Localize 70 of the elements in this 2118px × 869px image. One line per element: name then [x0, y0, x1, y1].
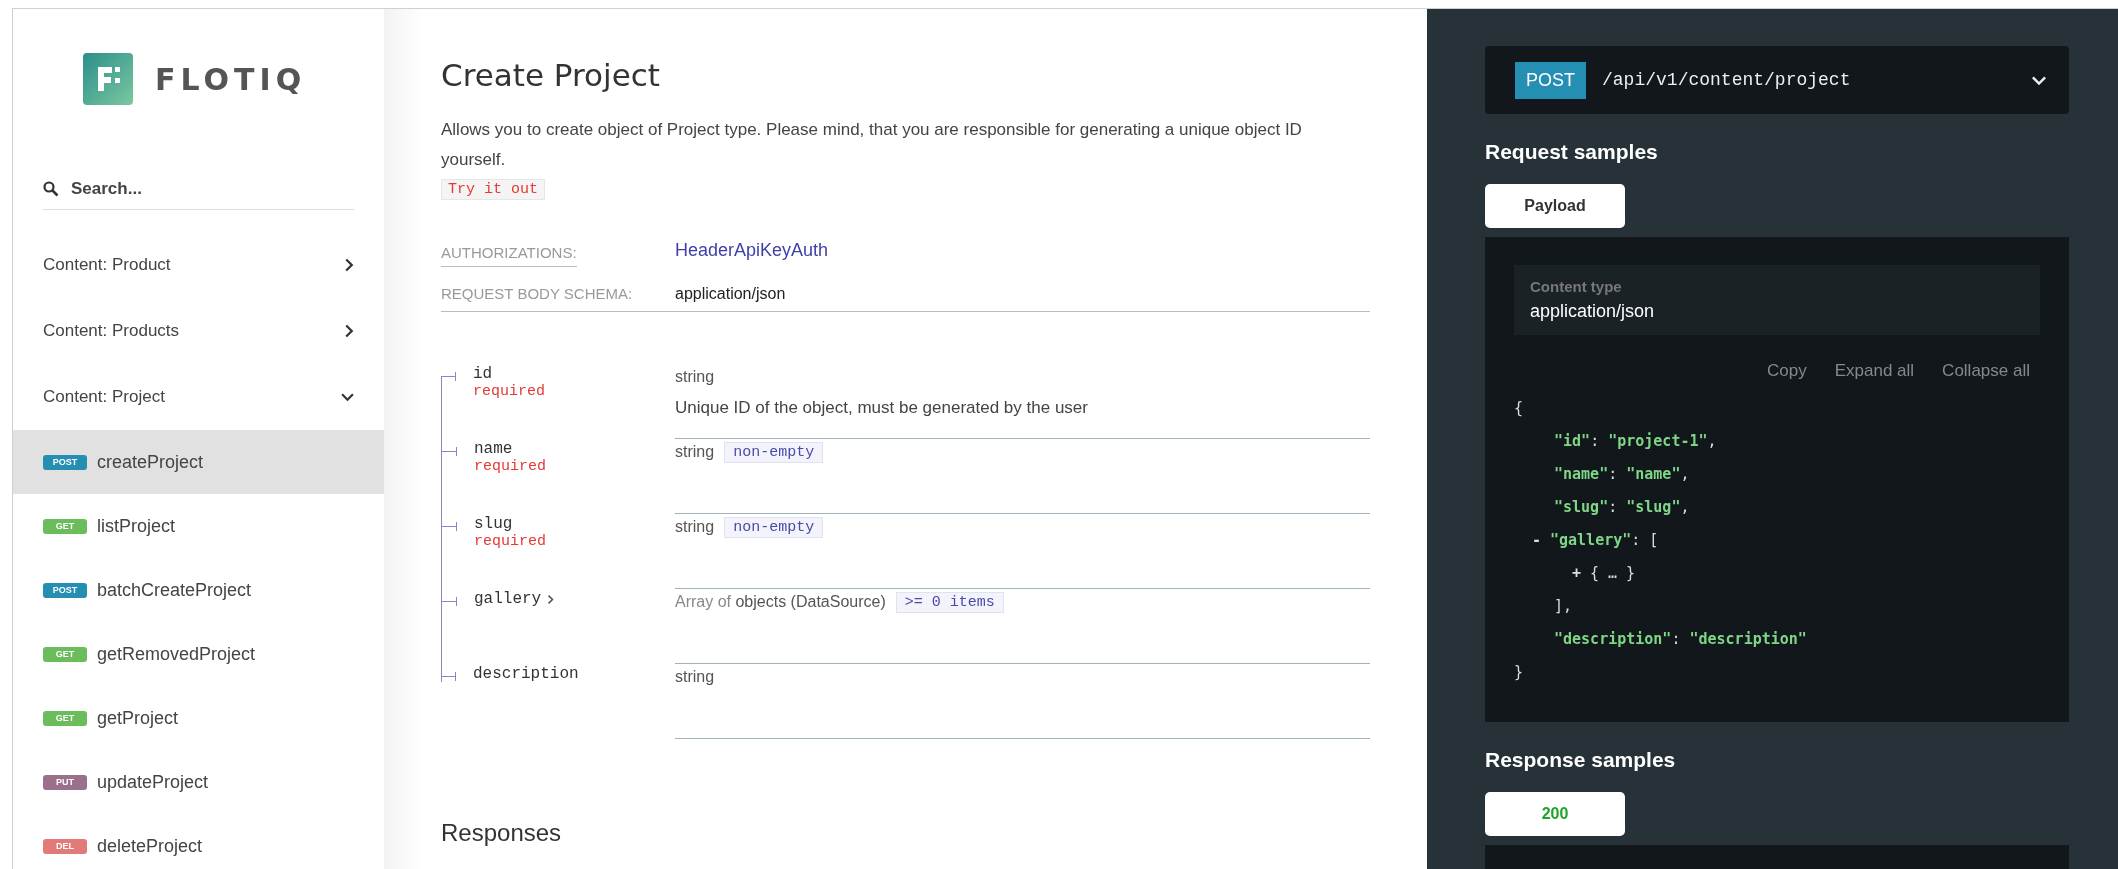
constraint-tag: non-empty: [724, 516, 824, 538]
section-title: Response samples: [1485, 748, 1677, 772]
field-name: id: [473, 365, 493, 383]
sidebar-item[interactable]: PUT updateProject: [13, 750, 384, 814]
code-action-link[interactable]: Collapse all: [1942, 361, 2030, 381]
endpoint-path: /api/v1/content/project: [1602, 70, 1852, 90]
schema-value: application/json: [675, 285, 786, 303]
logo-text: FLOTIQ: [155, 61, 307, 97]
field-name: slug: [474, 515, 513, 533]
code-line: "description": "description": [1554, 628, 1808, 650]
field-type: string: [675, 668, 715, 686]
code-line: {: [1514, 397, 1525, 419]
page-title: Create Project: [441, 57, 661, 93]
try-it-out-button[interactable]: Try it out: [441, 179, 545, 200]
sidebar-item[interactable]: GET listProject: [13, 494, 384, 558]
method-badge: POST: [43, 454, 87, 470]
sidebar-item[interactable]: DEL deleteProject: [13, 814, 384, 869]
group-label: Content: Products: [43, 321, 180, 341]
sidebar-group[interactable]: Content: Project: [13, 364, 384, 430]
authorizations-label: AUTHORIZATIONS:: [441, 244, 577, 267]
constraint-tag: non-empty: [724, 441, 824, 463]
toggle-icon[interactable]: +: [1572, 563, 1590, 582]
field-name: name: [474, 440, 513, 458]
sidebar-item[interactable]: GET getRemovedProject: [13, 622, 384, 686]
section-title: Request samples: [1485, 140, 1659, 164]
method-badge: GET: [43, 710, 87, 726]
field-description: Unique ID of the object, must be generated by the user: [675, 398, 1089, 418]
method-badge: DEL: [43, 838, 87, 854]
constraint-tag: >= 0 items: [895, 591, 1004, 613]
field-type: string: [675, 518, 715, 536]
logo-icon: [83, 53, 133, 105]
field-value: application/json: [1530, 301, 1656, 322]
code-line: "name": "name",: [1554, 463, 1691, 485]
method-badge: POST: [1515, 61, 1586, 99]
method-badge: POST: [43, 582, 87, 598]
field-type: string: [675, 443, 715, 461]
group-label: Content: Product: [43, 255, 171, 275]
sidebar-item[interactable]: GET getProject: [13, 686, 384, 750]
method-badge: PUT: [43, 774, 87, 790]
toggle-icon[interactable]: -: [1532, 530, 1550, 549]
code-line: ],: [1554, 595, 1574, 617]
endpoint-bar[interactable]: POST /api/v1/content/project: [1485, 46, 2069, 114]
content-type-field[interactable]: Content type application/json: [1514, 265, 2040, 335]
method-badge: GET: [43, 646, 87, 662]
required-label: required: [474, 533, 547, 550]
field-name: description: [473, 665, 579, 683]
method-badge: GET: [43, 518, 87, 534]
sidebar-item[interactable]: POST batchCreateProject: [13, 558, 384, 622]
sidebar-group[interactable]: Content: Product: [13, 232, 384, 298]
field-label: Content type: [1530, 278, 1623, 295]
description-text: Allows you to create object of Project type. Please mind, that you are responsible for generating a unique object ID yourself.: [441, 119, 1303, 171]
search-field[interactable]: Search...: [69, 178, 354, 200]
search-icon: [43, 181, 59, 197]
code-line: "slug": "slug",: [1554, 496, 1691, 518]
sidebar-item[interactable]: POST createProject: [13, 430, 384, 494]
code-line: }: [1514, 661, 1525, 683]
code-line: "id": "project-1",: [1554, 430, 1718, 452]
code-action-link[interactable]: Expand all: [1834, 361, 1915, 381]
field-toggle[interactable]: gallery: [474, 590, 555, 608]
field-type: Array of objects (DataSource): [675, 593, 886, 611]
sample-tab[interactable]: Payload: [1485, 184, 1625, 228]
section-title: Responses: [441, 819, 563, 847]
required-label: required: [473, 383, 546, 400]
schema-label: REQUEST BODY SCHEMA:: [441, 285, 634, 302]
group-label: Content: Project: [43, 387, 165, 407]
required-label: required: [474, 458, 547, 475]
authorization-link[interactable]: HeaderApiKeyAuth: [675, 240, 829, 261]
field-type: string: [675, 368, 715, 386]
sidebar-group[interactable]: Content: Products: [13, 298, 384, 364]
code-action-link[interactable]: Copy: [1767, 361, 1807, 381]
